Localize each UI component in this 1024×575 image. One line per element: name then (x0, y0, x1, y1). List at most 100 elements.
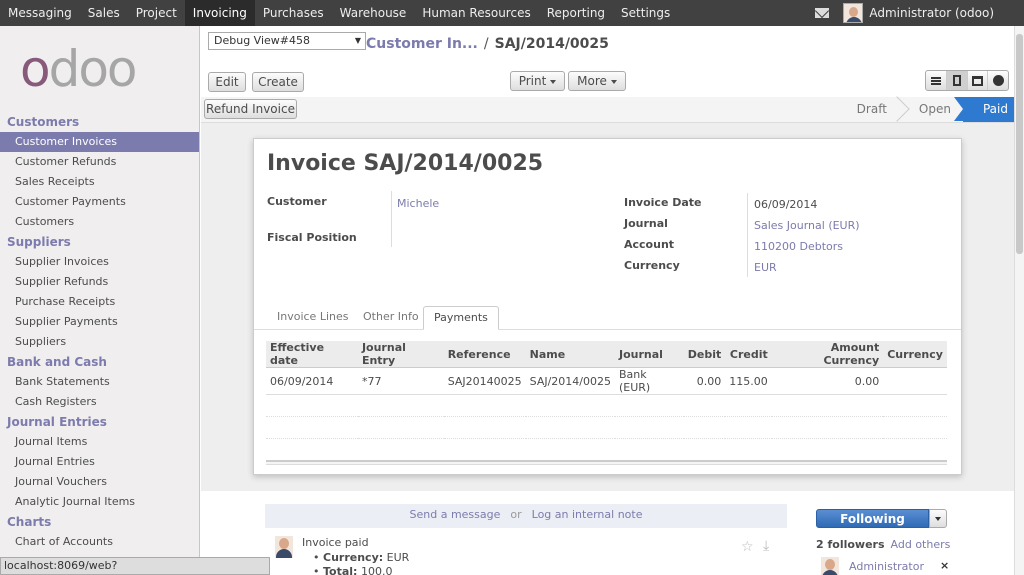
list-icon (930, 76, 941, 85)
account-field[interactable]: 110200 Debtors (754, 240, 843, 253)
sidebar-item-analytic-journal-items[interactable]: Analytic Journal Items (0, 492, 199, 512)
avatar (275, 536, 293, 558)
envelope-icon[interactable] (815, 8, 830, 18)
column-header[interactable]: Journal Entry (357, 341, 444, 368)
sidebar-item-purchase-receipts[interactable]: Purchase Receipts (0, 292, 199, 312)
form-header: Refund Invoice Draft Open Paid (201, 96, 1024, 123)
sidebar-section: Customers Customer Invoices Customer Refun… (0, 112, 199, 232)
following-button[interactable]: Following (816, 509, 929, 528)
status-paid-label: Paid (982, 102, 1008, 116)
sidebar-item-supplier-invoices[interactable]: Supplier Invoices (0, 252, 199, 272)
download-icon[interactable]: ⤓ (763, 538, 769, 554)
top-menu-purchases[interactable]: Purchases (255, 0, 332, 26)
debug-view-select[interactable]: Debug View#458 (208, 32, 366, 50)
column-header[interactable]: Journal (615, 341, 684, 368)
table-header-row: Effective date Journal Entry Reference Name… (266, 341, 947, 368)
empty-cell (266, 394, 947, 417)
customer-field[interactable]: Michele (397, 197, 439, 210)
star-icon[interactable]: ☆ (741, 539, 754, 555)
follower-name[interactable]: Administrator (849, 560, 924, 573)
sidebar-item-journal-vouchers[interactable]: Journal Vouchers (0, 472, 199, 492)
sidebar-item-cash-registers[interactable]: Cash Registers (0, 392, 199, 412)
top-menu: Messaging Sales Project Invoicing Purchases W… (0, 0, 678, 26)
status-draft[interactable]: Draft (837, 96, 910, 122)
empty-row (266, 416, 947, 439)
sidebar-section: Suppliers Supplier Invoices Supplier Refun… (0, 232, 199, 352)
user-menu[interactable]: Administrator (odoo) (869, 6, 994, 20)
sidebar-item-supplier-refunds[interactable]: Supplier Refunds (0, 272, 199, 292)
sidebar-item-sales-receipts[interactable]: Sales Receipts (0, 172, 199, 192)
sidebar-section-header: Customers (7, 115, 80, 129)
form-view-button[interactable] (946, 71, 968, 90)
sidebar-item-journal-entries[interactable]: Journal Entries (0, 452, 199, 472)
breadcrumb-current: SAJ/2014/0025 (494, 36, 609, 52)
graph-view-button[interactable] (988, 71, 1008, 90)
sidebar: odoo Customers Customer Invoices Customer … (0, 26, 200, 575)
top-menu-sales[interactable]: Sales (80, 0, 128, 26)
sidebar-item-bank-statements[interactable]: Bank Statements (0, 372, 199, 392)
send-message-link[interactable]: Send a message (410, 508, 501, 521)
top-menu-warehouse[interactable]: Warehouse (332, 0, 415, 26)
tab-payments[interactable]: Payments (423, 306, 499, 330)
sidebar-section-header: Bank and Cash (7, 355, 107, 369)
sidebar-item-customer-refunds[interactable]: Customer Refunds (0, 152, 199, 172)
following-dropdown-toggle[interactable] (929, 509, 947, 528)
column-header[interactable]: Name (525, 341, 615, 368)
currency-label: Currency (624, 259, 680, 272)
customer-label: Customer (267, 195, 327, 208)
refund-invoice-button[interactable]: Refund Invoice (204, 99, 297, 119)
create-button[interactable]: Create (252, 72, 304, 92)
top-menu-messaging[interactable]: Messaging (0, 0, 80, 26)
top-menu-settings[interactable]: Settings (613, 0, 678, 26)
print-button[interactable]: Print (510, 71, 565, 91)
sidebar-item-customers[interactable]: Customers (0, 212, 199, 232)
message-detail: • Total: 100.0 (313, 565, 392, 575)
more-button[interactable]: More (568, 71, 626, 91)
sidebar-section: Journal Entries Journal Items Journal Entr… (0, 412, 199, 512)
followers-count: 2 followers (816, 538, 885, 551)
calendar-icon (971, 75, 983, 86)
sidebar-item-journal-items[interactable]: Journal Items (0, 432, 199, 452)
remove-follower-icon[interactable]: × (940, 559, 949, 572)
column-header[interactable]: Reference (443, 341, 526, 368)
avatar[interactable] (843, 3, 864, 23)
top-menu-project[interactable]: Project (128, 0, 185, 26)
table-cell: SAJ/2014/0025 (525, 367, 615, 395)
currency-field[interactable]: EUR (754, 261, 777, 274)
column-header[interactable]: Debit (683, 341, 726, 368)
sidebar-item-suppliers[interactable]: Suppliers (0, 332, 199, 352)
column-header[interactable]: Currency (883, 341, 947, 368)
message-detail-value: EUR (386, 551, 410, 564)
column-header[interactable]: Credit (725, 341, 772, 368)
tab-invoice-lines[interactable]: Invoice Lines (267, 306, 358, 330)
sidebar-section: Charts Chart of Accounts (0, 512, 199, 552)
sidebar-item-chart-of-accounts[interactable]: Chart of Accounts (0, 532, 199, 552)
empty-row (266, 438, 947, 461)
sidebar-item-customer-invoices[interactable]: Customer Invoices (0, 132, 199, 152)
list-view-button[interactable] (926, 71, 947, 90)
journal-field[interactable]: Sales Journal (EUR) (754, 219, 860, 232)
invoice-date-field[interactable]: 06/09/2014 (754, 198, 817, 211)
scrollbar-thumb[interactable] (1016, 34, 1023, 254)
log-note-link[interactable]: Log an internal note (532, 508, 643, 521)
column-header[interactable]: Amount Currency (771, 341, 884, 368)
sidebar-item-customer-payments[interactable]: Customer Payments (0, 192, 199, 212)
fiscal-position-label: Fiscal Position (267, 231, 357, 244)
column-header[interactable]: Effective date (266, 341, 358, 368)
odoo-logo[interactable]: odoo (0, 26, 199, 112)
sidebar-item-supplier-payments[interactable]: Supplier Payments (0, 312, 199, 332)
table-row[interactable]: 06/09/2014 *77 SAJ20140025 SAJ/2014/0025 Ban… (266, 367, 947, 395)
add-others-link[interactable]: Add others (891, 538, 951, 551)
calendar-view-button[interactable] (968, 71, 989, 90)
chatter-message: Invoice paid • Currency: EUR • Total: 10… (275, 536, 785, 575)
top-menu-reporting[interactable]: Reporting (539, 0, 613, 26)
tab-other-info[interactable]: Other Info (353, 306, 429, 330)
top-menu-human-resources[interactable]: Human Resources (414, 0, 538, 26)
breadcrumb-parent[interactable]: Customer In... (366, 36, 478, 52)
message-detail-label: Total: (323, 565, 358, 575)
sidebar-section-header: Suppliers (7, 235, 71, 249)
top-menu-invoicing[interactable]: Invoicing (184, 0, 255, 26)
page-scrollbar[interactable] (1014, 26, 1024, 575)
table-cell: 115.00 (725, 367, 772, 395)
edit-button[interactable]: Edit (208, 72, 246, 92)
